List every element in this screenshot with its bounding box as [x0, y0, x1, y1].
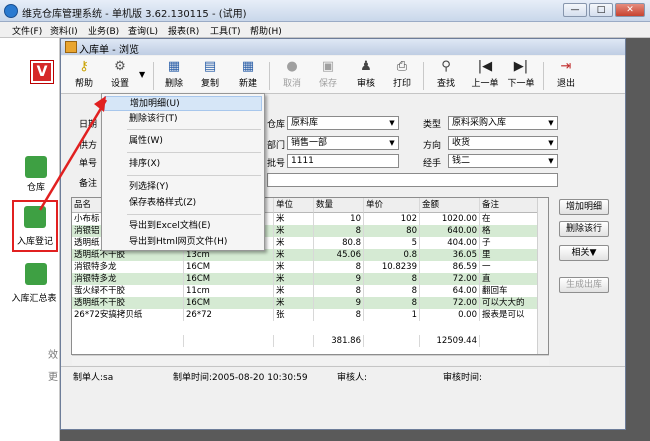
- annotation-arrow: [38, 96, 108, 211]
- arrow-line: [38, 99, 108, 211]
